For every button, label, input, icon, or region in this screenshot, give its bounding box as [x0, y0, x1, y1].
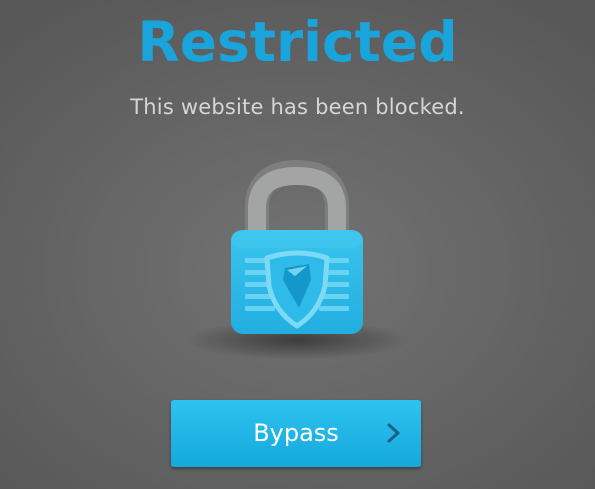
bypass-button[interactable]: Bypass — [171, 400, 421, 467]
bypass-label: Bypass — [253, 419, 339, 447]
padlock-icon — [185, 160, 415, 360]
page-title: Restricted — [137, 10, 458, 74]
blocked-message: This website has been blocked. — [130, 95, 465, 119]
chevron-right-icon — [387, 423, 400, 443]
